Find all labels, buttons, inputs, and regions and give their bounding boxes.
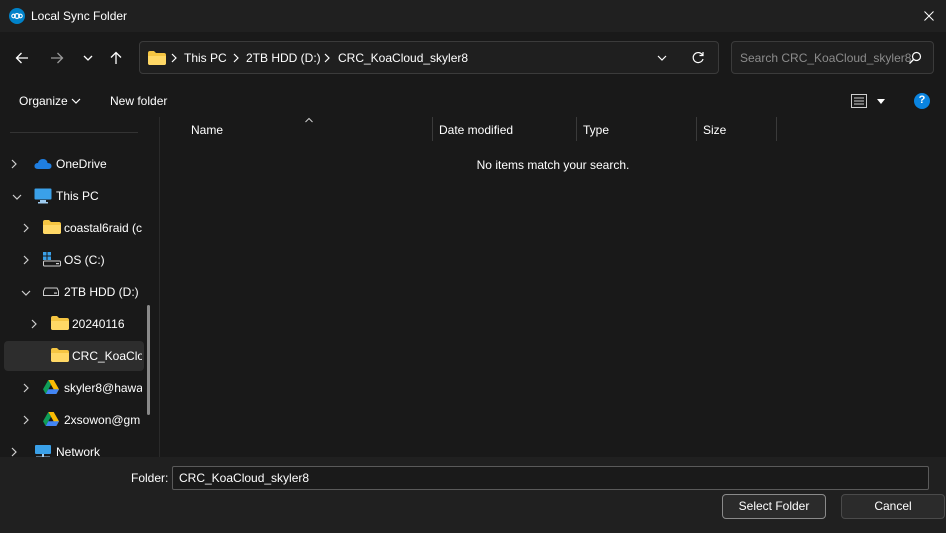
nextcloud-icon xyxy=(9,8,25,24)
nav-item-label: CRC_KoaClou xyxy=(72,349,142,363)
help-label: ? xyxy=(918,94,926,106)
nav-item-onedrive[interactable]: OneDrive xyxy=(4,149,144,179)
address-bar[interactable]: This PC 2TB HDD (D:) CRC_KoaCloud_skyler… xyxy=(139,41,719,74)
recent-locations-button[interactable] xyxy=(76,46,100,70)
nav-item-label: OneDrive xyxy=(56,157,107,171)
column-header-name[interactable]: Name xyxy=(160,117,431,141)
nav-item-this-pc[interactable]: This PC xyxy=(4,181,144,211)
window-title: Local Sync Folder xyxy=(31,9,128,23)
chevron-right-icon xyxy=(171,53,177,63)
chevron-right-icon[interactable] xyxy=(22,223,30,233)
network-folder-icon xyxy=(43,220,61,234)
nav-item-2tb-hdd[interactable]: 2TB HDD (D:) xyxy=(4,277,144,307)
column-header-size[interactable]: Size xyxy=(697,117,776,141)
folder-icon xyxy=(51,348,69,362)
sort-ascending-icon xyxy=(305,117,313,123)
folder-name-input[interactable]: CRC_KoaCloud_skyler8 xyxy=(172,466,929,490)
nav-divider xyxy=(10,132,138,133)
chevron-right-icon[interactable] xyxy=(30,319,38,329)
arrow-up-icon xyxy=(110,51,122,64)
refresh-icon[interactable] xyxy=(691,51,705,65)
breadcrumb-drive[interactable]: 2TB HDD (D:) xyxy=(246,51,321,65)
nav-scrollbar[interactable] xyxy=(147,305,150,415)
nav-item-label: 20240116 xyxy=(72,317,125,331)
column-separator[interactable] xyxy=(776,117,777,141)
cancel-button[interactable]: Cancel xyxy=(841,494,945,519)
folder-icon xyxy=(51,316,69,330)
command-bar: Organize New folder ? xyxy=(0,85,946,117)
nav-item-label: 2xsowon@gm xyxy=(64,413,141,427)
nav-item-crc-koacloud[interactable]: CRC_KoaClou xyxy=(4,341,144,371)
close-icon xyxy=(924,11,934,21)
close-button[interactable] xyxy=(912,0,946,32)
drive-icon xyxy=(43,287,59,296)
file-list: Name Date modified Type Size No items ma… xyxy=(160,117,946,457)
nav-item-label: OS (C:) xyxy=(64,253,105,267)
nav-item-coastal6raid[interactable]: coastal6raid (c xyxy=(4,213,144,243)
folder-label: Folder: xyxy=(131,471,169,485)
network-icon xyxy=(35,445,51,457)
cloud-icon xyxy=(34,159,52,169)
column-header-label: Size xyxy=(703,123,727,137)
chevron-right-icon[interactable] xyxy=(10,159,18,169)
nav-item-os-c[interactable]: OS (C:) xyxy=(4,245,144,275)
new-folder-button[interactable]: New folder xyxy=(110,94,167,108)
nav-item-20240116[interactable]: 20240116 xyxy=(4,309,144,339)
nav-item-network[interactable]: Network xyxy=(4,437,144,457)
search-input[interactable]: Search CRC_KoaCloud_skyler8 xyxy=(731,41,934,74)
up-button[interactable] xyxy=(104,46,128,70)
organize-button[interactable]: Organize xyxy=(19,94,68,108)
back-button[interactable] xyxy=(10,46,34,70)
nav-item-2xsowon-google-drive[interactable]: 2xsowon@gm xyxy=(4,405,144,435)
chevron-down-icon[interactable] xyxy=(656,54,668,62)
breadcrumb-current-folder[interactable]: CRC_KoaCloud_skyler8 xyxy=(338,51,468,65)
chevron-down-icon[interactable] xyxy=(71,98,81,105)
view-details-icon[interactable] xyxy=(851,94,867,108)
chevron-down-icon[interactable] xyxy=(12,193,22,201)
nav-item-label: This PC xyxy=(56,189,99,203)
arrow-left-icon xyxy=(15,52,28,64)
google-drive-icon xyxy=(43,380,59,394)
chevron-right-icon[interactable] xyxy=(22,415,30,425)
nav-item-label: Network xyxy=(56,445,101,457)
forward-button[interactable] xyxy=(45,46,69,70)
nav-item-label: 2TB HDD (D:) xyxy=(64,285,139,299)
navigation-row: This PC 2TB HDD (D:) CRC_KoaCloud_skyler… xyxy=(0,32,946,85)
nav-item-label: skyler8@hawa xyxy=(64,381,142,395)
windows-drive-icon xyxy=(43,252,61,267)
column-header-label: Date modified xyxy=(439,123,514,137)
chevron-down-icon[interactable] xyxy=(21,289,31,297)
folder-icon xyxy=(148,51,166,65)
column-header-label: Type xyxy=(583,123,610,137)
help-icon[interactable]: ? xyxy=(914,93,930,109)
title-bar: Local Sync Folder xyxy=(0,0,946,32)
dialog-footer: Folder: CRC_KoaCloud_skyler8 Select Fold… xyxy=(0,457,946,533)
chevron-right-icon xyxy=(233,53,239,63)
caret-down-icon[interactable] xyxy=(876,98,886,105)
monitor-icon xyxy=(34,188,52,204)
breadcrumb-this-pc[interactable]: This PC xyxy=(184,51,227,65)
empty-message: No items match your search. xyxy=(476,158,630,172)
arrow-right-icon xyxy=(51,52,64,64)
chevron-right-icon[interactable] xyxy=(22,255,30,265)
chevron-right-icon xyxy=(324,53,330,63)
column-header-type[interactable]: Type xyxy=(577,117,696,141)
chevron-right-icon[interactable] xyxy=(22,383,30,393)
chevron-down-icon xyxy=(83,55,93,61)
search-icon xyxy=(909,51,922,64)
navigation-pane: OneDrive This PC coastal6raid (c OS (C:)… xyxy=(0,117,160,457)
chevron-right-icon[interactable] xyxy=(10,447,18,457)
column-header-date-modified[interactable]: Date modified xyxy=(433,117,576,141)
column-header-label: Name xyxy=(191,123,224,137)
nav-item-skyler8-google-drive[interactable]: skyler8@hawa xyxy=(4,373,144,403)
select-folder-button[interactable]: Select Folder xyxy=(722,494,826,519)
search-placeholder: Search CRC_KoaCloud_skyler8 xyxy=(740,51,912,65)
google-drive-icon xyxy=(43,412,59,426)
nav-item-label: coastal6raid (c xyxy=(64,221,143,235)
